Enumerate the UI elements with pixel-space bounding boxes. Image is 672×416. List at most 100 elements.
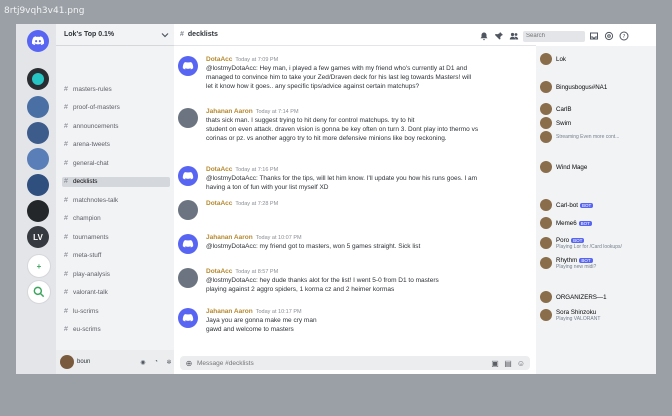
discord-icon <box>182 240 194 248</box>
gift-icon[interactable]: ▣ <box>490 358 500 368</box>
member-name: CarlB <box>556 105 572 113</box>
member-name-row: Meme6 BOT <box>556 220 592 227</box>
avatar <box>540 103 552 115</box>
channel-label: champion <box>73 215 101 222</box>
channel-item[interactable]: # arena-tweets <box>62 140 170 150</box>
avatar[interactable] <box>178 56 198 76</box>
message-input[interactable] <box>197 359 487 367</box>
attach-plus-icon[interactable]: ⊕ <box>184 358 194 368</box>
member-name: ORGANIZERS—1 <box>556 293 607 301</box>
hash-icon: # <box>64 104 68 111</box>
hash-icon: # <box>64 141 68 148</box>
member-item[interactable]: Swim <box>540 116 654 130</box>
member-item[interactable]: Carl-bot BOT <box>540 198 654 212</box>
member-item[interactable]: CarlB <box>540 102 654 116</box>
member-item[interactable]: Streaming Even more cont... <box>540 130 654 144</box>
search-input[interactable] <box>523 30 585 42</box>
channel-item[interactable]: # masters-rules <box>62 84 170 94</box>
hash-icon: # <box>64 122 68 130</box>
member-name: Rhythm <box>556 256 578 264</box>
member-item[interactable]: Rhythm BOT Playing new midi? <box>540 256 654 270</box>
channel-item[interactable]: # tournaments <box>62 232 170 242</box>
member-item[interactable]: Lok <box>540 52 654 66</box>
mute-icon[interactable]: ◉ <box>138 357 148 367</box>
member-text: Wind Mage <box>556 164 587 171</box>
member-item[interactable]: Meme6 BOT <box>540 216 654 230</box>
guild-dark[interactable] <box>27 200 49 222</box>
avatar[interactable] <box>178 108 198 128</box>
member-text: Lok <box>556 56 566 63</box>
message-text: let it know how it goes.. any specific t… <box>206 83 420 90</box>
message-text: student on even attack. draven vision is… <box>206 126 479 133</box>
gif-icon[interactable]: ▤ <box>503 358 513 368</box>
server-header[interactable]: Lok's Top 0.1% <box>56 24 174 46</box>
member-item[interactable]: Sora Shinzoku Playing VALORANT <box>540 308 654 322</box>
guild-blue-2[interactable] <box>27 122 49 144</box>
gear-icon[interactable]: ✲ <box>164 357 174 367</box>
member-item[interactable]: Wind Mage <box>540 160 654 174</box>
mention-icon[interactable] <box>603 30 615 42</box>
inbox-icon[interactable] <box>588 30 600 42</box>
avatar[interactable] <box>178 268 198 288</box>
pin-icon[interactable] <box>493 30 505 42</box>
author-name[interactable]: Jahanan Aaron <box>206 108 253 115</box>
author-name[interactable]: Jahanan Aaron <box>206 234 253 241</box>
member-text: ORGANIZERS—1 <box>556 294 607 301</box>
channel-item[interactable]: # lu-scrims <box>62 306 170 316</box>
guild-blue-4[interactable] <box>27 174 49 196</box>
avatar <box>540 309 552 321</box>
help-icon[interactable]: ? <box>618 30 630 42</box>
message-text: @lostmyDotaAcc: Thanks for the tips, wil… <box>206 175 478 182</box>
avatar[interactable] <box>178 200 198 220</box>
search-icon <box>33 286 45 298</box>
author-name[interactable]: DotaAcc <box>206 56 232 63</box>
chat-area: # decklists DotaAcc Today at 7:09 PM @lost… <box>174 24 536 374</box>
message-text: playing against 2 aggro spiders, 1 korma… <box>206 286 395 293</box>
message-header: DotaAcc Today at 7:28 PM <box>206 200 278 207</box>
member-item[interactable]: Poro BOT Playing Lor for /Card lookups/ <box>540 236 654 250</box>
member-item[interactable]: ORGANIZERS—1 <box>540 290 654 304</box>
channel-item[interactable]: # general-chat <box>62 158 170 168</box>
avatar <box>540 131 552 143</box>
guild-blue-1[interactable] <box>27 96 49 118</box>
member-item[interactable]: Bingusbogus#NA1 <box>540 80 654 94</box>
member-name: Swim <box>556 119 572 127</box>
channel-label: masters-rules <box>73 85 112 93</box>
home-guild-button[interactable] <box>27 30 49 52</box>
guild-gamer-dog[interactable] <box>27 68 49 90</box>
headphones-icon[interactable]: ◔ <box>151 357 161 367</box>
author-name[interactable]: Jahanan Aaron <box>206 308 253 315</box>
channel-item[interactable]: # decklists <box>62 176 170 187</box>
channel-item[interactable]: # meta-stuff <box>62 251 170 261</box>
channel-item[interactable]: # play-analysis <box>62 269 170 279</box>
author-name[interactable]: DotaAcc <box>206 200 232 207</box>
avatar[interactable] <box>178 234 198 254</box>
channel-item[interactable]: # eu-scrims <box>62 325 170 335</box>
bell-icon[interactable] <box>478 30 490 42</box>
hash-icon: # <box>64 178 68 185</box>
channel-item[interactable]: # proof-of-masters <box>62 103 170 113</box>
emoji-icon[interactable]: ☺ <box>516 358 526 368</box>
server-name: Lok's Top 0.1% <box>64 31 115 38</box>
members-icon[interactable] <box>508 30 520 42</box>
member-name: Wind Mage <box>556 163 588 171</box>
message-text: @lostmyDotaAcc: hey dude thanks alot for… <box>206 277 439 284</box>
avatar[interactable] <box>178 308 198 328</box>
author-name[interactable]: DotaAcc <box>206 268 232 275</box>
avatar[interactable] <box>60 355 74 369</box>
channel-item[interactable]: # champion <box>62 214 170 224</box>
add-server-button[interactable]: + <box>27 254 51 278</box>
member-name-row: Swim <box>556 120 571 127</box>
channel-item[interactable]: # matchnotes-talk <box>62 195 170 205</box>
guild-blue-3[interactable] <box>27 148 49 170</box>
guild-lv[interactable]: LV <box>27 226 49 248</box>
channel-label: play-analysis <box>73 270 110 278</box>
hash-icon: # <box>64 233 68 241</box>
discord-icon <box>182 172 194 180</box>
channel-item[interactable]: # announcements <box>62 121 170 131</box>
channel-item[interactable]: # valorant-talk <box>62 288 170 298</box>
member-name-row: Wind Mage <box>556 164 587 171</box>
explore-servers-button[interactable] <box>27 280 51 304</box>
author-name[interactable]: DotaAcc <box>206 166 232 173</box>
avatar[interactable] <box>178 166 198 186</box>
